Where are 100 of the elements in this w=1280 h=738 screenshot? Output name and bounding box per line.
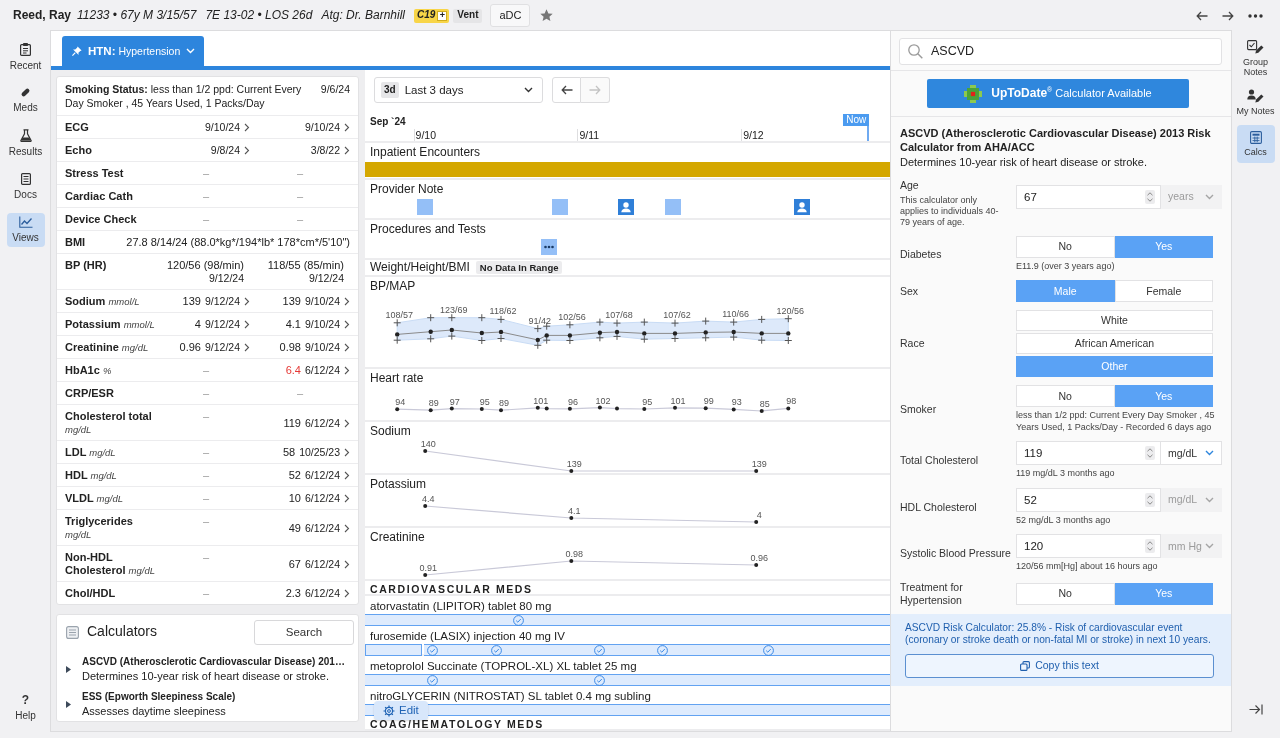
option-button[interactable]: No xyxy=(1016,385,1115,408)
calculator-icon xyxy=(1249,131,1262,144)
nav-item[interactable]: My Notes xyxy=(1236,86,1275,120)
note-marker[interactable] xyxy=(417,199,433,215)
problem-tab[interactable]: HTN: Hypertension xyxy=(62,36,205,66)
check-circle-icon[interactable] xyxy=(593,644,605,656)
result-date: 9/12/24 xyxy=(204,318,240,331)
patient-name: Reed, Ray xyxy=(13,8,72,23)
note-marker[interactable] xyxy=(665,199,681,215)
option-button[interactable]: No xyxy=(1016,235,1115,258)
number-input[interactable]: 120 xyxy=(1016,534,1161,559)
stepper-icon[interactable] xyxy=(1145,492,1155,507)
nav-item[interactable]: Calcs xyxy=(1236,125,1275,163)
order-bar[interactable] xyxy=(365,704,890,716)
check-circle-icon[interactable] xyxy=(426,674,438,686)
nav-item[interactable]: Results xyxy=(6,127,45,161)
row-label: Device Check xyxy=(65,213,138,226)
order-bar[interactable] xyxy=(365,674,890,686)
star-icon[interactable] xyxy=(540,9,554,22)
range-dropdown[interactable]: 3d Last 3 days xyxy=(374,77,543,103)
unit-select[interactable]: mg/dL xyxy=(1161,441,1222,466)
data-point xyxy=(615,406,619,411)
stepper-icon[interactable] xyxy=(1145,189,1155,204)
check-circle-icon[interactable] xyxy=(593,674,605,686)
nav-item[interactable]: Docs xyxy=(6,170,45,204)
person-icon[interactable] xyxy=(618,199,634,215)
ellipsis-icon[interactable] xyxy=(541,239,557,255)
lab-value: 0.96 xyxy=(179,341,201,354)
field-label: Treatment for Hypertension xyxy=(900,580,964,607)
chevron-down-icon xyxy=(1205,496,1214,503)
order-bar[interactable] xyxy=(365,644,422,656)
medication-name: atorvastatin (LIPITOR) tablet 80 mg xyxy=(369,599,553,613)
arrow-right-icon[interactable] xyxy=(1222,10,1234,21)
data-point xyxy=(754,563,759,567)
data-point xyxy=(786,406,791,411)
option-button[interactable]: No xyxy=(1016,582,1115,605)
help-button[interactable]: ? Help xyxy=(6,691,45,725)
data-point xyxy=(754,469,759,473)
check-circle-icon[interactable] xyxy=(426,644,438,656)
data-label: 107/62 xyxy=(663,310,691,321)
collapse-icon[interactable] xyxy=(1248,704,1263,715)
data-label: 93 xyxy=(731,397,742,408)
check-circle-icon[interactable] xyxy=(762,644,774,656)
option-button[interactable]: Female xyxy=(1114,280,1213,303)
note-marker[interactable] xyxy=(552,199,568,215)
field-note: less than 1/2 ppd: Current Every Day Smoker , 45 Years Used, 1 Packs/Day - Recorded 6 days ago xyxy=(1016,410,1216,434)
field-label: Systolic Blood Pressure xyxy=(900,547,1012,560)
lab-value: 139 xyxy=(282,295,301,308)
check-circle-icon[interactable] xyxy=(512,614,524,626)
row-label: LDL mg/dL xyxy=(65,446,117,459)
result-date: 9/12/24 xyxy=(204,341,240,354)
stepper-icon[interactable] xyxy=(1145,446,1155,461)
data-point xyxy=(567,406,572,411)
data-point xyxy=(754,520,759,524)
data-label: 89 xyxy=(499,398,509,409)
chevron-right-icon xyxy=(244,297,250,306)
chevron-right-icon xyxy=(344,297,350,306)
copy-button[interactable]: Copy this text xyxy=(905,653,1214,678)
result-date: 6/12/24 xyxy=(304,469,340,482)
calculator-description: Determines 10-year risk of heart disease or stroke. xyxy=(82,669,330,683)
calculator-link[interactable]: ASCVD (Atherosclerotic Cardiovascular Disease) 201… xyxy=(82,655,345,669)
nav-item[interactable]: Group Notes xyxy=(1236,37,1275,81)
option-button[interactable]: African American xyxy=(1016,333,1213,355)
number-input[interactable]: 52 xyxy=(1016,487,1161,512)
edit-button[interactable]: Edit xyxy=(374,701,428,720)
nav-item[interactable]: Recent xyxy=(6,41,45,75)
copy-icon xyxy=(1020,660,1031,671)
uptodate-button[interactable]: UpToDate$^{®}$ Calculator Available xyxy=(927,79,1189,108)
lab-value: 49 xyxy=(288,521,301,535)
empty-value: – xyxy=(296,190,304,203)
caret-right-icon[interactable] xyxy=(66,665,71,673)
arrow-left-icon[interactable] xyxy=(1196,10,1208,21)
search-field[interactable]: ASCVD xyxy=(899,38,1222,65)
check-circle-icon[interactable] xyxy=(490,644,502,656)
data-label: 99 xyxy=(703,396,714,407)
option-button[interactable]: White xyxy=(1016,310,1213,332)
nav-item[interactable]: Meds xyxy=(6,84,45,118)
check-circle-icon[interactable] xyxy=(656,644,668,656)
stepper-icon[interactable] xyxy=(1145,539,1155,554)
calculator-link[interactable]: ESS (Epworth Sleepiness Scale) xyxy=(82,690,236,704)
search-button[interactable]: Search xyxy=(254,619,354,645)
caret-right-icon[interactable] xyxy=(66,700,71,708)
person-icon[interactable] xyxy=(794,199,810,215)
adc-button[interactable]: aDC xyxy=(490,4,531,27)
section-title: Weight/Height/BMI xyxy=(369,260,470,275)
nav-item[interactable]: Views xyxy=(6,213,45,247)
more-icon[interactable] xyxy=(1248,13,1263,18)
order-bar[interactable] xyxy=(365,614,890,626)
row-label: Chol/HDL xyxy=(65,587,117,600)
plus-badge[interactable]: + xyxy=(437,10,448,21)
bp-reading xyxy=(447,313,456,341)
lab-value: 58 xyxy=(282,446,296,459)
chevron-right-icon xyxy=(244,123,250,132)
previous-button[interactable] xyxy=(552,77,581,103)
now-line xyxy=(867,126,870,141)
number-input[interactable]: 67 xyxy=(1016,184,1161,209)
order-bar[interactable] xyxy=(424,644,890,656)
data-point xyxy=(673,405,677,410)
bp-reading xyxy=(671,319,679,343)
number-input[interactable]: 119 xyxy=(1016,441,1161,466)
